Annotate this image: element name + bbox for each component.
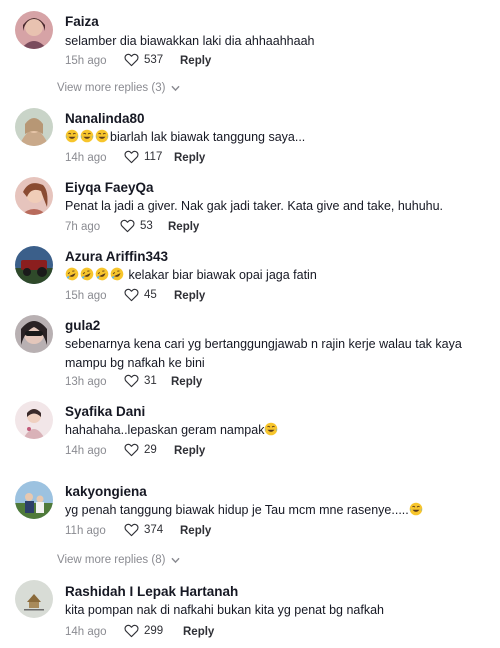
comment-username[interactable]: kakyongiena: [65, 484, 147, 499]
comment-text-body: biarlah lak biawak tanggung saya...: [110, 130, 306, 144]
comment-time: 15h ago: [65, 290, 107, 302]
reply-button[interactable]: Reply: [171, 376, 202, 388]
comment-text: sebenarnya kena cari yg bertanggungjawab…: [65, 337, 462, 370]
comment-time: 11h ago: [65, 525, 106, 537]
reply-button[interactable]: Reply: [174, 445, 205, 457]
like-count: 29: [144, 444, 157, 456]
view-more-replies[interactable]: View more replies (8): [57, 554, 180, 566]
comment-time: 14h ago: [65, 626, 107, 638]
heart-icon: [124, 288, 139, 302]
comment-text: hahahaha..lepaskan geram nampak: [65, 421, 485, 440]
comment-text: kita pompan nak di nafkahi bukan kita yg…: [65, 603, 384, 617]
chevron-down-icon: [172, 557, 180, 563]
avatar[interactable]: [15, 11, 53, 49]
avatar[interactable]: [15, 177, 53, 215]
like-count: 374: [144, 524, 164, 536]
comment-username[interactable]: Faiza: [65, 14, 99, 29]
comment-text: kelakar biar biawak opai jaga fatin: [65, 266, 485, 285]
rolling-laughing-emoji-icon: [95, 267, 110, 282]
comment-meta: 15h ago: [65, 288, 107, 304]
comment-username[interactable]: gula2: [65, 318, 100, 333]
like-count: 299: [144, 625, 164, 637]
avatar[interactable]: [15, 481, 53, 519]
like-count: 537: [144, 54, 164, 66]
comment-time: 14h ago: [65, 152, 107, 164]
heart-icon: [124, 523, 139, 537]
comment-time: 14h ago: [65, 445, 107, 457]
reply-button[interactable]: Reply: [180, 55, 211, 67]
heart-icon: [124, 624, 139, 638]
comment-time: 7h ago: [65, 221, 101, 233]
view-more-label: View more replies (3): [57, 82, 166, 94]
comment-time: 13h ago: [65, 376, 107, 388]
reply-button[interactable]: Reply: [168, 221, 199, 233]
reply-button[interactable]: Reply: [174, 152, 205, 164]
comment-text: selamber dia biawakkan laki dia ahhaahha…: [65, 34, 315, 48]
comment-meta: 7h ago: [65, 219, 100, 235]
view-more-replies[interactable]: View more replies (3): [57, 82, 180, 94]
like-button[interactable]: 117: [124, 150, 162, 164]
comment-username[interactable]: Syafika Dani: [65, 404, 145, 419]
avatar[interactable]: [15, 246, 53, 284]
comment-meta: 14h ago: [65, 624, 107, 640]
laughing-crying-emoji-icon: [80, 129, 95, 144]
heart-icon: [124, 150, 139, 164]
like-count: 31: [144, 375, 157, 387]
view-more-label: View more replies (8): [57, 554, 166, 566]
like-button[interactable]: 299: [124, 624, 163, 638]
comment-meta: 14h ago: [65, 443, 107, 459]
like-count: 53: [140, 220, 153, 232]
comment-username[interactable]: Nanalinda80: [65, 111, 145, 126]
heart-icon: [124, 443, 139, 457]
like-button[interactable]: 31: [124, 374, 157, 388]
like-button[interactable]: 45: [124, 288, 157, 302]
comment-meta: 15h ago: [65, 53, 107, 69]
chevron-down-icon: [172, 85, 180, 91]
heart-icon: [124, 53, 139, 67]
laughing-crying-emoji-icon: [95, 129, 110, 144]
comment-text-body: kelakar biar biawak opai jaga fatin: [128, 268, 317, 282]
reply-button[interactable]: Reply: [174, 290, 205, 302]
comment-text-body: yg penah tanggung biawak hidup je Tau mc…: [65, 503, 409, 517]
comment-text: yg penah tanggung biawak hidup je Tau mc…: [65, 501, 485, 520]
like-button[interactable]: 53: [120, 219, 153, 233]
comment-meta: 13h ago: [65, 374, 107, 390]
heart-icon: [120, 219, 135, 233]
comment-meta: 14h ago: [65, 150, 107, 166]
like-count: 45: [144, 289, 157, 301]
comment-text: biarlah lak biawak tanggung saya...: [65, 128, 485, 147]
avatar[interactable]: [15, 108, 53, 146]
laughing-crying-emoji-icon: [409, 502, 424, 517]
comment-meta: 11h ago: [65, 523, 106, 539]
rolling-laughing-emoji-icon: [110, 267, 125, 282]
rolling-laughing-emoji-icon: [65, 267, 80, 282]
comment-text: Penat la jadi a giver. Nak gak jadi take…: [65, 199, 444, 213]
comment-username[interactable]: Azura Ariffin343: [65, 249, 168, 264]
rolling-laughing-emoji-icon: [80, 267, 95, 282]
like-button[interactable]: 374: [124, 523, 163, 537]
like-button[interactable]: 537: [124, 53, 163, 67]
avatar[interactable]: [15, 315, 53, 353]
comment-text-body: hahahaha..lepaskan geram nampak: [65, 423, 265, 437]
reply-button[interactable]: Reply: [183, 626, 214, 638]
reply-button[interactable]: Reply: [180, 525, 211, 537]
avatar[interactable]: [15, 401, 53, 439]
comment-time: 15h ago: [65, 55, 107, 67]
like-button[interactable]: 29: [124, 443, 157, 457]
laughing-crying-emoji-icon: [264, 422, 279, 437]
avatar[interactable]: [15, 580, 53, 618]
laughing-crying-emoji-icon: [65, 129, 80, 144]
like-count: 117: [144, 151, 163, 163]
comment-username[interactable]: Rashidah I Lepak Hartanah: [65, 584, 238, 599]
comment-username[interactable]: Eiyqa FaeyQa: [65, 180, 154, 195]
heart-icon: [124, 374, 139, 388]
